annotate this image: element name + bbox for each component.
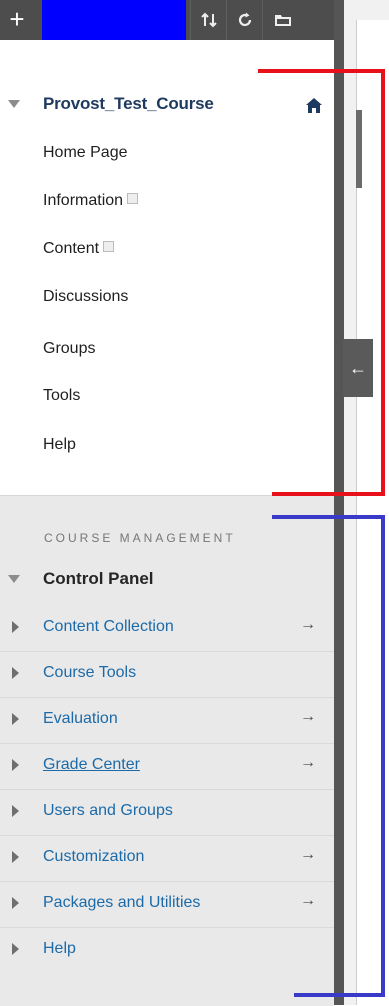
tool-packages-and-utilities[interactable]: Packages and Utilities → [0,881,334,928]
tool-label[interactable]: Users and Groups [43,802,173,820]
expand-caret-icon[interactable] [12,851,19,863]
tool-label[interactable]: Evaluation [43,710,118,728]
nav-groups[interactable]: Groups [43,340,95,358]
home-icon[interactable] [305,97,323,114]
go-arrow-icon[interactable]: → [300,708,316,726]
nav-help[interactable]: Help [43,436,76,454]
add-menu-item-button[interactable]: + [4,4,30,34]
collapse-course-caret-icon[interactable] [8,100,20,108]
annotation-red-bottom [272,492,384,496]
course-title[interactable]: Provost_Test_Course [43,94,214,114]
tool-course-tools[interactable]: Course Tools [0,651,334,698]
tool-label[interactable]: Customization [43,848,144,866]
annotation-red-top [258,69,384,73]
nav-information[interactable]: Information [43,192,139,210]
tool-content-collection[interactable]: Content Collection → [0,605,334,652]
expand-caret-icon[interactable] [12,759,19,771]
go-arrow-icon[interactable]: → [300,846,316,864]
refresh-icon[interactable] [226,0,263,40]
tool-help[interactable]: Help [0,927,334,973]
menu-divider[interactable] [334,0,344,1005]
expand-caret-icon[interactable] [12,667,19,679]
folder-icon[interactable] [262,0,303,40]
course-management-header: COURSE MANAGEMENT [44,531,236,545]
scrollbar-thumb[interactable] [356,110,362,188]
go-arrow-icon[interactable]: → [300,892,316,910]
sort-icon[interactable] [190,0,227,40]
expand-caret-icon[interactable] [12,713,19,725]
tool-customization[interactable]: Customization → [0,835,334,882]
hidden-indicator-icon [103,241,115,252]
tool-grade-center[interactable]: Grade Center → [0,743,334,790]
control-panel-title[interactable]: Control Panel [43,569,154,589]
nav-discussions[interactable]: Discussions [43,288,128,306]
expand-caret-icon[interactable] [12,805,19,817]
course-management-panel: COURSE MANAGEMENT Control Panel Content … [0,495,334,1006]
nav-content[interactable]: Content [43,240,115,258]
tool-label[interactable]: Course Tools [43,664,136,682]
expand-caret-icon[interactable] [12,897,19,909]
collapse-control-panel-caret-icon[interactable] [8,575,20,583]
collapse-menu-button[interactable]: ← [343,339,373,397]
menu-toolbar: + [0,0,334,40]
tool-label[interactable]: Help [43,940,76,958]
tool-label[interactable]: Content Collection [43,618,174,636]
tool-label[interactable]: Packages and Utilities [43,894,200,912]
annotation-blue-right [381,515,385,997]
toolbar-blue-block [42,0,186,40]
nav-tools[interactable]: Tools [43,387,80,405]
expand-caret-icon[interactable] [12,621,19,633]
annotation-blue-bottom [294,993,384,997]
annotation-blue-top [272,515,384,519]
hidden-indicator-icon [127,193,139,204]
expand-caret-icon[interactable] [12,943,19,955]
go-arrow-icon[interactable]: → [300,754,316,772]
tool-label[interactable]: Grade Center [43,756,140,774]
tool-evaluation[interactable]: Evaluation → [0,697,334,744]
tool-users-and-groups[interactable]: Users and Groups [0,789,334,836]
course-menu: + Provost_Test_Course Home Page Informat… [0,0,334,1006]
annotation-red-right [381,69,385,496]
go-arrow-icon[interactable]: → [300,616,316,634]
nav-home-page[interactable]: Home Page [43,144,128,162]
